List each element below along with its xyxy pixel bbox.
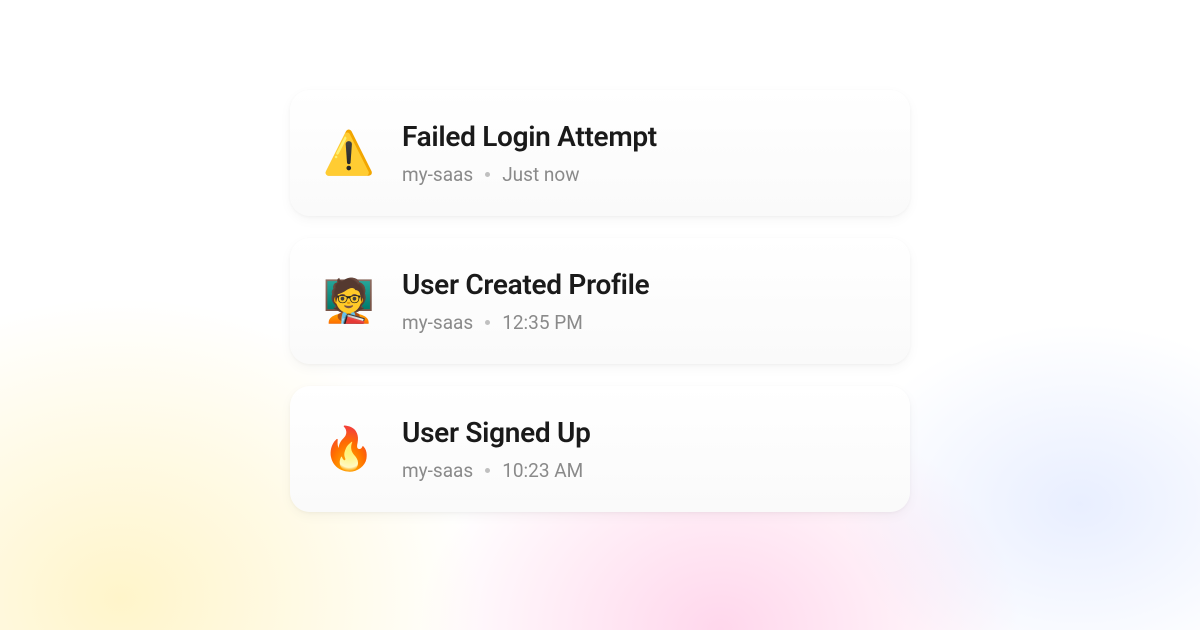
notification-title: User Created Profile bbox=[402, 268, 649, 301]
teacher-icon: 🧑‍🏫 bbox=[324, 276, 374, 326]
fire-icon: 🔥 bbox=[324, 424, 374, 474]
notification-source: my-saas bbox=[402, 459, 473, 482]
notification-card[interactable]: 🔥 User Signed Up my-saas 10:23 AM bbox=[290, 386, 910, 512]
notification-card[interactable]: 🧑‍🏫 User Created Profile my-saas 12:35 P… bbox=[290, 238, 910, 364]
notification-meta: my-saas Just now bbox=[402, 163, 657, 186]
notification-source: my-saas bbox=[402, 163, 473, 186]
notification-time: 12:35 PM bbox=[502, 311, 583, 334]
separator-dot bbox=[485, 320, 490, 325]
notification-time: 10:23 AM bbox=[502, 459, 583, 482]
notification-time: Just now bbox=[502, 163, 579, 186]
notification-card[interactable]: ⚠️ Failed Login Attempt my-saas Just now bbox=[290, 90, 910, 216]
warning-icon: ⚠️ bbox=[324, 128, 374, 178]
notification-source: my-saas bbox=[402, 311, 473, 334]
notification-title: Failed Login Attempt bbox=[402, 120, 657, 153]
notification-content: User Created Profile my-saas 12:35 PM bbox=[402, 268, 649, 334]
notification-meta: my-saas 12:35 PM bbox=[402, 311, 649, 334]
notification-meta: my-saas 10:23 AM bbox=[402, 459, 591, 482]
notification-content: User Signed Up my-saas 10:23 AM bbox=[402, 416, 591, 482]
notification-list: ⚠️ Failed Login Attempt my-saas Just now… bbox=[290, 90, 910, 512]
separator-dot bbox=[485, 172, 490, 177]
notification-title: User Signed Up bbox=[402, 416, 591, 449]
notification-content: Failed Login Attempt my-saas Just now bbox=[402, 120, 657, 186]
separator-dot bbox=[485, 468, 490, 473]
